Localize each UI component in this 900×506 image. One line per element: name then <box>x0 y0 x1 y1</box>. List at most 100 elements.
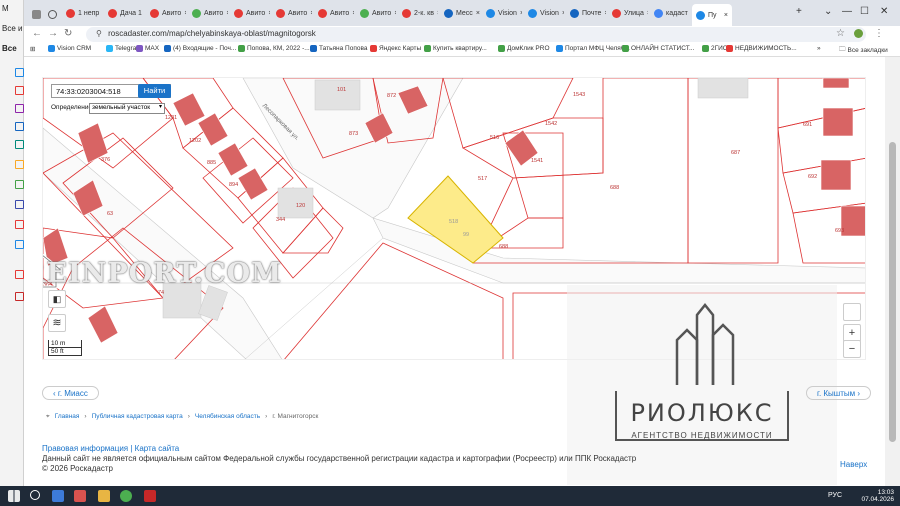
bg-app-icon[interactable] <box>15 86 24 95</box>
bg-app-icon[interactable] <box>15 160 24 169</box>
bookmark-item[interactable]: НЕДВИЖИМОСТЬ... <box>726 45 797 52</box>
acrobat-icon[interactable] <box>144 490 156 502</box>
map-tool-button[interactable] <box>843 303 861 321</box>
breadcrumb-home[interactable]: Главная <box>55 413 80 421</box>
bg-app-icon[interactable] <box>15 220 24 229</box>
parcel-number[interactable]: 1543 <box>573 92 585 98</box>
minimize-button[interactable]: — <box>842 6 852 17</box>
find-button[interactable]: Найти <box>138 84 171 98</box>
parcel-number[interactable]: 99 <box>463 232 469 238</box>
bg-app-icon[interactable] <box>15 104 24 113</box>
parcel-number[interactable]: 872 <box>387 93 396 99</box>
more-bookmarks-icon[interactable]: » <box>817 45 821 52</box>
back-icon[interactable]: ← <box>32 28 42 39</box>
bg-app-icon[interactable] <box>15 180 24 189</box>
browser-tab[interactable]: Почте× <box>566 5 606 22</box>
parcel-number[interactable]: 693 <box>835 228 844 234</box>
parcel-number[interactable]: 688 <box>499 244 508 250</box>
bg-app-icon[interactable] <box>15 270 24 279</box>
browser-tab[interactable]: Пу × <box>692 4 732 26</box>
tab-close-icon[interactable]: × <box>310 10 312 17</box>
browser-tab[interactable]: 1 непр× <box>62 5 102 22</box>
new-tab-button[interactable]: + <box>796 6 802 17</box>
parcel-number[interactable]: 1201 <box>165 115 177 121</box>
breadcrumb-region[interactable]: Челябинская область <box>195 413 260 421</box>
tab-close-icon[interactable]: × <box>394 10 396 17</box>
next-city-link[interactable]: г. Кыштым › <box>806 386 872 400</box>
file-explorer-icon[interactable] <box>98 490 110 502</box>
parcel-number[interactable]: 74 <box>158 290 164 296</box>
parcel-number[interactable]: 894 <box>229 182 238 188</box>
history-icon[interactable] <box>44 6 61 23</box>
parcel-number[interactable]: 344 <box>276 217 285 223</box>
site-info-icon[interactable]: ⚲ <box>96 29 102 38</box>
browser-tab[interactable]: 2-к. кв× <box>398 5 438 22</box>
back-to-top-link[interactable]: Наверх <box>840 460 867 469</box>
browser-tab[interactable]: Авито× <box>230 5 270 22</box>
forward-icon[interactable]: → <box>48 28 58 39</box>
bookmark-item[interactable]: ОНЛАЙН СТАТИСТ... <box>622 45 694 52</box>
profile-avatar[interactable] <box>854 29 863 38</box>
bookmark-item[interactable]: Татьяна Попова <box>310 45 367 52</box>
legal-info-link[interactable]: Правовая информация <box>42 444 128 453</box>
bg-app-icon[interactable] <box>15 200 24 209</box>
bookmark-item[interactable]: MAX <box>136 45 159 52</box>
breadcrumb-map[interactable]: Публичная кадастровая карта <box>92 413 183 421</box>
browser-tab[interactable]: Месс × <box>440 5 480 22</box>
browser-tab[interactable]: Улица× <box>608 5 648 22</box>
tab-close-icon[interactable]: × <box>476 10 480 17</box>
parcel-number[interactable]: 1202 <box>189 138 201 144</box>
parcel-number[interactable]: 873 <box>349 131 358 137</box>
tab-close-icon[interactable]: × <box>604 10 606 17</box>
bg-app-icon[interactable] <box>15 122 24 131</box>
language-indicator[interactable]: РУС <box>828 492 842 499</box>
bookmark-item[interactable]: Яндекс Карты <box>370 45 421 52</box>
sitemap-link[interactable]: Карта сайта <box>135 444 180 453</box>
browser-tab[interactable]: Авито× <box>314 5 354 22</box>
tab-close-icon[interactable]: × <box>520 10 522 17</box>
bookmark-item[interactable]: Купить квартиру... <box>424 45 487 52</box>
parcel-number[interactable]: 1542 <box>545 121 557 127</box>
bookmark-item[interactable]: Портал МФЦ Челяб... <box>556 45 630 52</box>
bg-app-icon[interactable] <box>15 68 24 77</box>
parcel-number[interactable]: 516 <box>490 135 499 141</box>
windows-start-icon[interactable] <box>8 490 20 502</box>
tab-close-icon[interactable]: × <box>184 10 186 17</box>
bg-app-icon[interactable] <box>15 240 24 249</box>
parcel-number[interactable]: 688 <box>610 185 619 191</box>
app-taskbar-icon[interactable] <box>74 490 86 502</box>
grid-icon[interactable] <box>28 6 45 23</box>
parcel-number[interactable]: 692 <box>808 174 817 180</box>
bookmark-item[interactable]: (4) Входящие - Поч... <box>164 45 236 52</box>
fullscreen-button[interactable]: ◧ <box>48 290 66 308</box>
browser-tab[interactable]: Vision× <box>524 5 564 22</box>
bookmark-item[interactable]: ДомКлик PRO <box>498 45 550 52</box>
tab-close-icon[interactable]: × <box>226 10 228 17</box>
page-scrollbar[interactable] <box>885 57 900 486</box>
browser-tab[interactable]: Авито× <box>146 5 186 22</box>
all-bookmarks-folder[interactable]: 🗀 Все закладки <box>839 45 888 56</box>
browser-tab[interactable]: Авито× <box>272 5 312 22</box>
layers-button[interactable]: ≋ <box>48 314 66 332</box>
parcel-number[interactable]: 691 <box>803 122 812 128</box>
maximize-button[interactable]: ☐ <box>860 6 869 17</box>
bg-app-icon[interactable] <box>15 292 24 301</box>
parcel-number[interactable]: 517 <box>478 176 487 182</box>
browser-tab[interactable]: Авито× <box>356 5 396 22</box>
zoom-out-button[interactable]: − <box>843 340 861 358</box>
chrome-icon[interactable] <box>120 490 132 502</box>
bookmark-item[interactable]: Vision CRM <box>48 45 91 52</box>
search-icon[interactable] <box>30 490 40 500</box>
bookmark-item[interactable]: Попова, КМ, 2022 -... <box>238 45 310 52</box>
tab-search-icon[interactable]: ⌄ <box>824 6 832 17</box>
close-window-button[interactable]: ✕ <box>880 6 888 17</box>
tab-close-icon[interactable]: × <box>268 10 270 17</box>
bookmark-star-icon[interactable]: ☆ <box>836 28 845 39</box>
tab-close-icon[interactable]: × <box>437 10 438 17</box>
apps-icon[interactable]: ⊞ <box>30 45 35 53</box>
tab-close-icon[interactable]: × <box>562 10 564 17</box>
parcel-number[interactable]: 885 <box>207 160 216 166</box>
mode-select[interactable]: земельный участок ▾ <box>89 103 165 114</box>
tab-close-icon[interactable]: × <box>724 12 728 19</box>
menu-icon[interactable]: ⋮ <box>874 28 884 39</box>
